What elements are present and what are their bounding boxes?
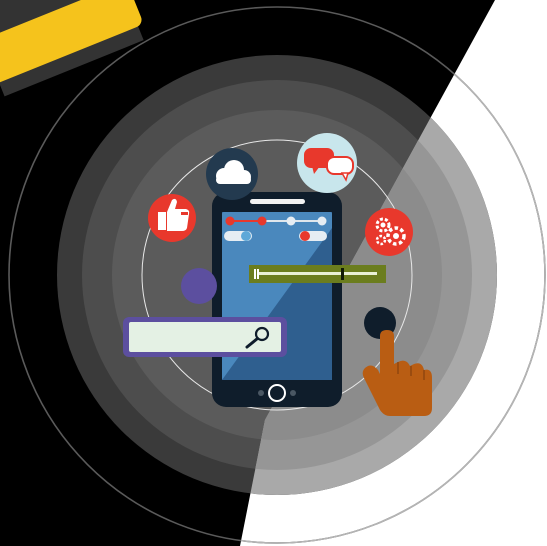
cloud-icon[interactable] — [206, 148, 258, 200]
illustration-canvas — [0, 0, 547, 546]
purple-dot — [181, 268, 217, 304]
chat-bubbles-icon[interactable] — [297, 133, 357, 193]
nav-dot-left — [258, 390, 264, 396]
nav-dot-right — [290, 390, 296, 396]
thumbs-up-icon[interactable] — [148, 194, 196, 242]
phone-speaker — [250, 199, 305, 204]
toggle-left[interactable] — [224, 231, 252, 241]
slider-bar[interactable] — [249, 265, 386, 283]
toggle-right[interactable] — [299, 231, 327, 241]
gears-icon[interactable] — [365, 208, 413, 256]
search-box[interactable] — [123, 317, 287, 357]
illustration-svg — [0, 0, 547, 546]
